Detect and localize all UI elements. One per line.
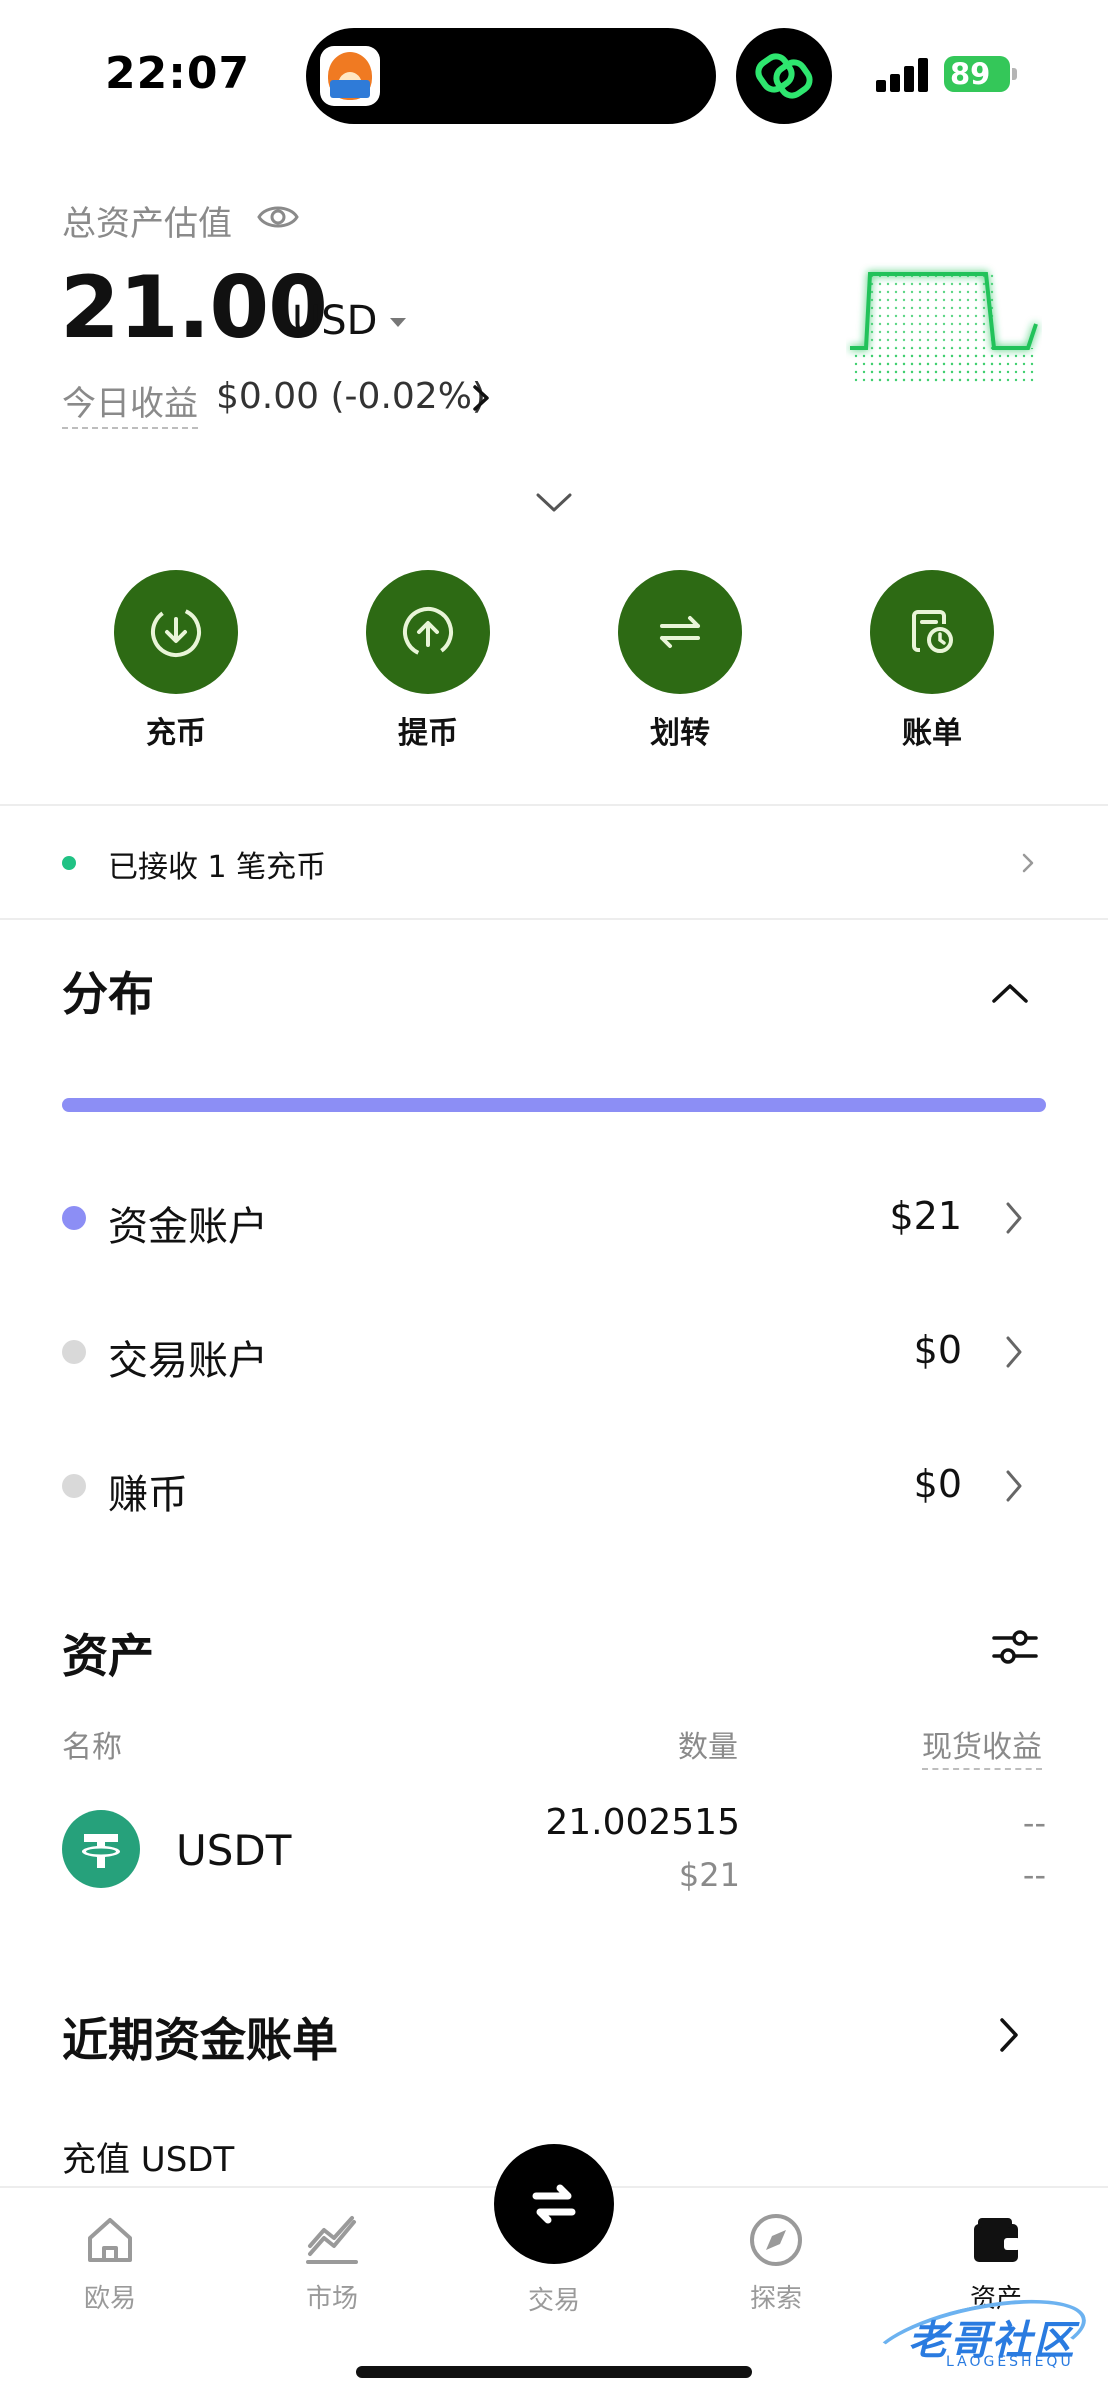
home-indicator[interactable] (356, 2366, 752, 2378)
compass-icon (746, 2210, 806, 2270)
today-pnl-label[interactable]: 今日收益 (62, 376, 198, 429)
usdt-icon (62, 1810, 140, 1888)
cellular-signal-icon (876, 56, 932, 92)
asset-trend-mini-chart[interactable] (846, 258, 1042, 388)
tab-label: 交易 (527, 2286, 580, 2316)
chevron-up-icon[interactable] (990, 980, 1030, 1006)
account-name: 交易账户 (108, 1338, 268, 1384)
chevron-right-icon (1004, 1200, 1024, 1236)
account-name: 资金账户 (108, 1204, 268, 1250)
filter-sliders-icon[interactable] (990, 1622, 1040, 1672)
withdraw-button[interactable]: 提币 (348, 570, 508, 752)
transfer-icon (660, 616, 700, 648)
distribution-bar (62, 1098, 1046, 1112)
account-value: $0 (913, 1462, 962, 1506)
recent-bill-item[interactable]: 充值 USDT (62, 2132, 234, 2181)
transfer-label: 划转 (650, 716, 710, 751)
total-assets-value: 21.00 (60, 258, 328, 358)
chevron-right-icon (1004, 1334, 1024, 1370)
divider (0, 804, 1108, 806)
chevron-right-icon (1004, 1468, 1024, 1504)
bill-icon (912, 610, 953, 653)
bill-button[interactable]: 账单 (852, 570, 1012, 752)
legend-dot (62, 1206, 86, 1230)
asset-quantity: 21.002515 (545, 1802, 740, 1843)
column-header-spot-pnl[interactable]: 现货收益 (922, 1722, 1042, 1770)
divider (0, 918, 1108, 920)
account-row-trading[interactable]: 交易账户 $0 (0, 1310, 1108, 1390)
chevron-down-icon[interactable] (534, 490, 574, 516)
bill-label: 账单 (902, 716, 962, 751)
account-name: 赚币 (108, 1472, 188, 1518)
status-time: 22:07 (105, 48, 251, 99)
deposit-icon (151, 607, 201, 657)
caret-down-icon[interactable] (390, 318, 406, 327)
distribution-title: 分布 (62, 967, 154, 1021)
column-header-qty: 数量 (678, 1730, 738, 1765)
transfer-button[interactable]: 划转 (600, 570, 760, 752)
watermark-logo: 老哥社区 LAOGESHEQU (863, 2283, 1098, 2399)
link-icon[interactable] (736, 28, 832, 124)
deposit-label: 充币 (146, 716, 206, 751)
account-value: $0 (913, 1328, 962, 1372)
withdraw-label: 提币 (398, 716, 458, 751)
watermark-subtext: LAOGESHEQU (946, 2354, 1074, 2370)
dynamic-island (306, 28, 716, 124)
swap-icon (532, 2184, 576, 2224)
eye-icon[interactable] (256, 200, 300, 234)
deposit-button[interactable]: 充币 (96, 570, 256, 752)
tab-explore[interactable]: 探索 (716, 2210, 836, 2315)
wallet-icon (966, 2210, 1026, 2270)
asset-symbol: USDT (176, 1826, 292, 1875)
asset-spot-pnl-pct: -- (1022, 1856, 1046, 1894)
battery-level: 89 (950, 57, 991, 91)
battery-icon: 89 (944, 56, 1018, 92)
deposit-notice-text: 已接收 1 笔充币 (108, 850, 327, 885)
tab-label: 欧易 (83, 2284, 136, 2314)
recent-bills-title[interactable]: 近期资金账单 (62, 2004, 338, 2070)
total-assets-label: 总资产估值 (62, 204, 232, 244)
app-mascot-icon[interactable] (320, 46, 380, 106)
tab-label: 市场 (305, 2284, 358, 2314)
account-row-earn[interactable]: 赚币 $0 (0, 1444, 1108, 1524)
legend-dot (62, 1340, 86, 1364)
account-value: $21 (889, 1194, 962, 1238)
chevron-right-icon[interactable] (998, 2016, 1020, 2054)
column-header-name: 名称 (62, 1730, 122, 1765)
asset-usd-value: $21 (678, 1856, 740, 1894)
assets-title: 资产 (62, 1629, 154, 1683)
tab-label: 探索 (749, 2284, 802, 2314)
withdraw-icon (403, 607, 453, 657)
tab-home[interactable]: 欧易 (50, 2210, 170, 2315)
account-row-funding[interactable]: 资金账户 $21 (0, 1176, 1108, 1256)
quick-actions: 充币 提币 划转 账单 (0, 570, 1108, 751)
tab-trade[interactable] (494, 2144, 614, 2264)
today-pnl-value[interactable]: $0.00 (-0.02%) (216, 376, 486, 417)
asset-spot-pnl: -- (1022, 1804, 1046, 1842)
status-dot (62, 856, 76, 870)
legend-dot (62, 1474, 86, 1498)
tab-market[interactable]: 市场 (272, 2210, 392, 2315)
home-icon (80, 2210, 140, 2270)
currency-selector[interactable]: USD (292, 298, 377, 344)
chevron-right-icon (1020, 852, 1036, 874)
market-chart-icon (302, 2210, 362, 2270)
chevron-right-icon[interactable] (470, 384, 492, 412)
